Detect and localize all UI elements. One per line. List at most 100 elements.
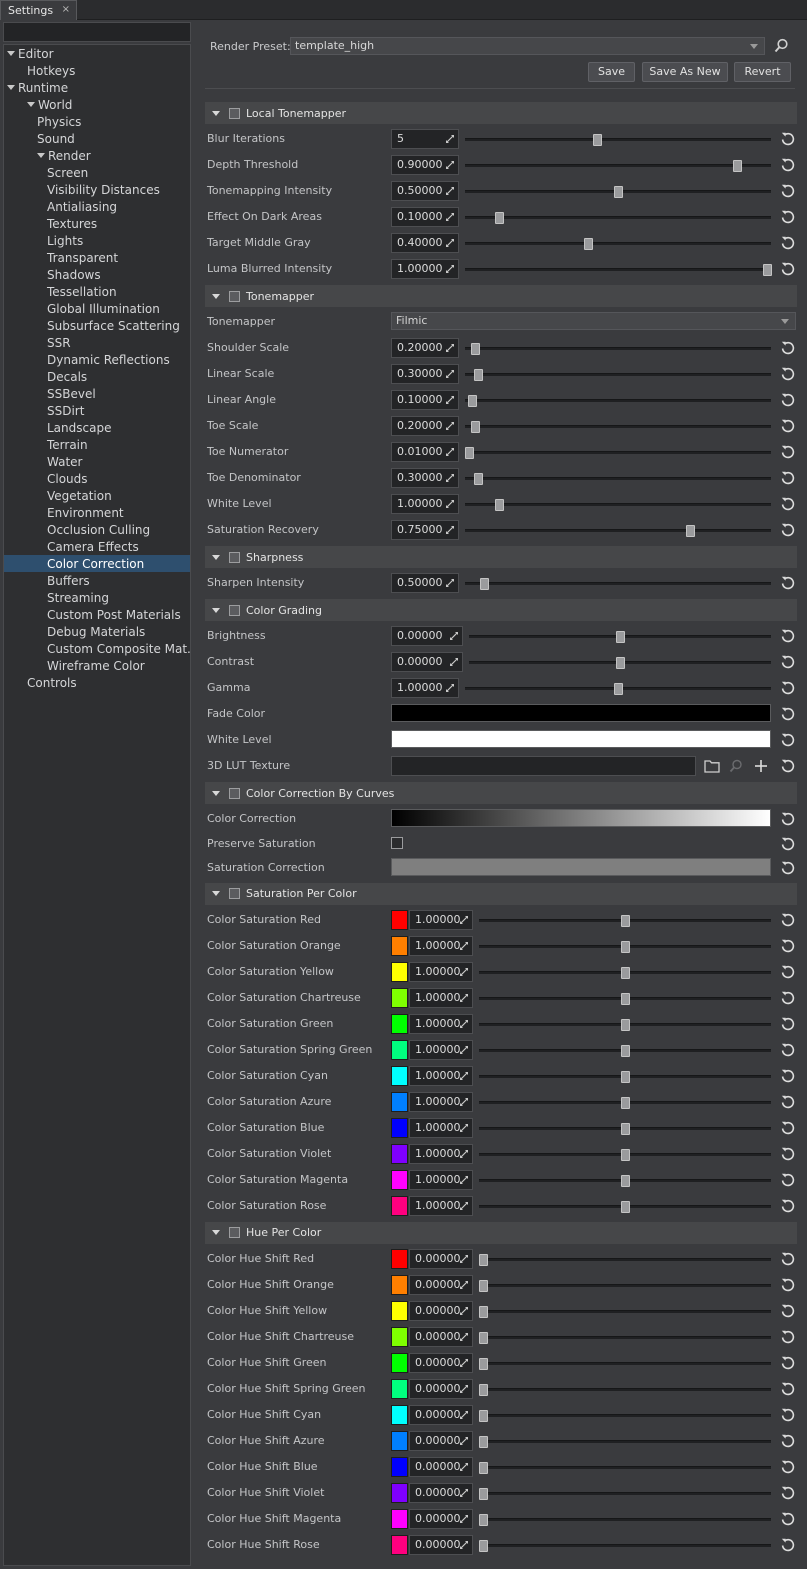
sidebar-item-controls[interactable]: Controls bbox=[4, 674, 190, 691]
slider-track[interactable] bbox=[479, 992, 771, 1005]
drag-arrows-icon[interactable] bbox=[459, 1097, 469, 1107]
reset-icon[interactable] bbox=[780, 1355, 796, 1371]
drag-arrows-icon[interactable] bbox=[459, 915, 469, 925]
slider-track[interactable] bbox=[479, 940, 771, 953]
sidebar-item-buffers[interactable]: Buffers bbox=[4, 572, 190, 589]
value-field[interactable]: 0.10000 bbox=[391, 207, 459, 227]
slider-thumb[interactable] bbox=[621, 966, 630, 979]
value-field[interactable]: 0.00000 bbox=[391, 626, 463, 646]
color-swatch[interactable] bbox=[391, 1248, 408, 1269]
color-swatch[interactable] bbox=[391, 961, 408, 982]
color-swatch[interactable] bbox=[391, 1039, 408, 1060]
slider-track[interactable] bbox=[479, 1461, 771, 1474]
sidebar-item-environment[interactable]: Environment bbox=[4, 504, 190, 521]
sidebar-item-editor[interactable]: Editor bbox=[4, 45, 190, 62]
drag-arrows-icon[interactable] bbox=[445, 525, 455, 535]
drag-arrows-icon[interactable] bbox=[459, 1436, 469, 1446]
sidebar-item-custom-post-materials[interactable]: Custom Post Materials bbox=[4, 606, 190, 623]
sidebar-item-color-correction[interactable]: Color Correction bbox=[4, 555, 190, 572]
slider-track[interactable] bbox=[465, 473, 771, 485]
value-field[interactable]: 0.00000 bbox=[391, 652, 463, 672]
section-tonemapper[interactable]: Tonemapper bbox=[205, 285, 797, 307]
preserve-saturation-checkbox[interactable] bbox=[391, 836, 403, 849]
sidebar-item-runtime[interactable]: Runtime bbox=[4, 79, 190, 96]
slider-track[interactable] bbox=[465, 160, 771, 172]
reset-icon[interactable] bbox=[780, 1120, 796, 1136]
slider-thumb[interactable] bbox=[470, 421, 480, 433]
slider-track[interactable] bbox=[479, 1044, 771, 1057]
revert-button[interactable]: Revert bbox=[734, 62, 791, 82]
close-icon[interactable]: × bbox=[62, 4, 70, 15]
value-field[interactable]: 1.00000 bbox=[409, 935, 473, 956]
color-swatch[interactable] bbox=[391, 1143, 408, 1164]
section-local-tonemapper[interactable]: Local Tonemapper bbox=[205, 102, 797, 124]
drag-arrows-icon[interactable] bbox=[459, 1540, 469, 1550]
slider-track[interactable] bbox=[479, 1148, 771, 1161]
slider-track[interactable] bbox=[479, 1305, 771, 1318]
value-field[interactable]: 0.01000 bbox=[391, 442, 459, 462]
value-field[interactable]: 0.50000 bbox=[391, 181, 459, 201]
sidebar-item-ssr[interactable]: SSR bbox=[4, 334, 190, 351]
sidebar-search-input[interactable] bbox=[3, 22, 191, 42]
sidebar-item-ssbevel[interactable]: SSBevel bbox=[4, 385, 190, 402]
reset-icon[interactable] bbox=[780, 235, 796, 251]
value-field[interactable]: 0.00000 bbox=[409, 1274, 473, 1295]
sidebar-item-debug-materials[interactable]: Debug Materials bbox=[4, 623, 190, 640]
collapse-arrow-icon[interactable] bbox=[212, 1230, 220, 1235]
reset-icon[interactable] bbox=[780, 654, 796, 670]
sidebar-item-decals[interactable]: Decals bbox=[4, 368, 190, 385]
sidebar-item-screen[interactable]: Screen bbox=[4, 164, 190, 181]
slider-track[interactable] bbox=[479, 1487, 771, 1500]
value-field[interactable]: 0.00000 bbox=[409, 1534, 473, 1555]
slider-track[interactable] bbox=[479, 1513, 771, 1526]
reset-icon[interactable] bbox=[780, 680, 796, 696]
slider-thumb[interactable] bbox=[733, 160, 743, 172]
slider-track[interactable] bbox=[479, 1383, 771, 1396]
reset-icon[interactable] bbox=[780, 964, 796, 980]
sidebar-item-tessellation[interactable]: Tessellation bbox=[4, 283, 190, 300]
sidebar-item-terrain[interactable]: Terrain bbox=[4, 436, 190, 453]
sidebar-item-world[interactable]: World bbox=[4, 96, 190, 113]
slider-thumb[interactable] bbox=[479, 1487, 488, 1500]
folder-icon[interactable] bbox=[704, 759, 720, 773]
slider-track[interactable] bbox=[479, 1122, 771, 1135]
value-field[interactable]: 0.00000 bbox=[409, 1378, 473, 1399]
reset-icon[interactable] bbox=[780, 1381, 796, 1397]
drag-arrows-icon[interactable] bbox=[445, 186, 455, 196]
slider-track[interactable] bbox=[479, 1435, 771, 1448]
color-swatch[interactable] bbox=[391, 1117, 408, 1138]
sidebar-item-subsurface-scattering[interactable]: Subsurface Scattering bbox=[4, 317, 190, 334]
slider-thumb[interactable] bbox=[763, 264, 772, 276]
slider-track[interactable] bbox=[479, 1253, 771, 1266]
drag-arrows-icon[interactable] bbox=[459, 1306, 469, 1316]
slider-track[interactable] bbox=[479, 1357, 771, 1370]
section-enable-checkbox[interactable] bbox=[229, 888, 240, 899]
slider-thumb[interactable] bbox=[479, 1253, 488, 1266]
save-as-new-button[interactable]: Save As New bbox=[642, 62, 728, 82]
slider-thumb[interactable] bbox=[621, 914, 630, 927]
reset-icon[interactable] bbox=[780, 1407, 796, 1423]
color-picker-white-level[interactable] bbox=[391, 730, 771, 748]
color-swatch[interactable] bbox=[391, 1482, 408, 1503]
drag-arrows-icon[interactable] bbox=[445, 499, 455, 509]
color-swatch[interactable] bbox=[391, 1352, 408, 1373]
value-field[interactable]: 1.00000 bbox=[409, 1091, 473, 1112]
value-field[interactable]: 0.75000 bbox=[391, 520, 459, 540]
drag-arrows-icon[interactable] bbox=[459, 1332, 469, 1342]
slider-thumb[interactable] bbox=[479, 578, 489, 590]
slider-track[interactable] bbox=[465, 238, 771, 250]
value-field[interactable]: 1.00000 bbox=[409, 1013, 473, 1034]
value-field[interactable]: 1.00000 bbox=[409, 961, 473, 982]
slider-track[interactable] bbox=[465, 212, 771, 224]
section-enable-checkbox[interactable] bbox=[229, 551, 240, 563]
color-swatch[interactable] bbox=[391, 1404, 408, 1425]
reset-icon[interactable] bbox=[780, 575, 796, 591]
section-color-correction-by-curves[interactable]: Color Correction By Curves bbox=[205, 782, 797, 804]
expand-arrow-icon[interactable] bbox=[27, 102, 35, 107]
sidebar-item-physics[interactable]: Physics bbox=[4, 113, 190, 130]
reset-icon[interactable] bbox=[780, 1433, 796, 1449]
color-swatch[interactable] bbox=[391, 1508, 408, 1529]
slider-thumb[interactable] bbox=[479, 1539, 488, 1552]
slider-thumb[interactable] bbox=[479, 1435, 488, 1448]
drag-arrows-icon[interactable] bbox=[459, 1410, 469, 1420]
